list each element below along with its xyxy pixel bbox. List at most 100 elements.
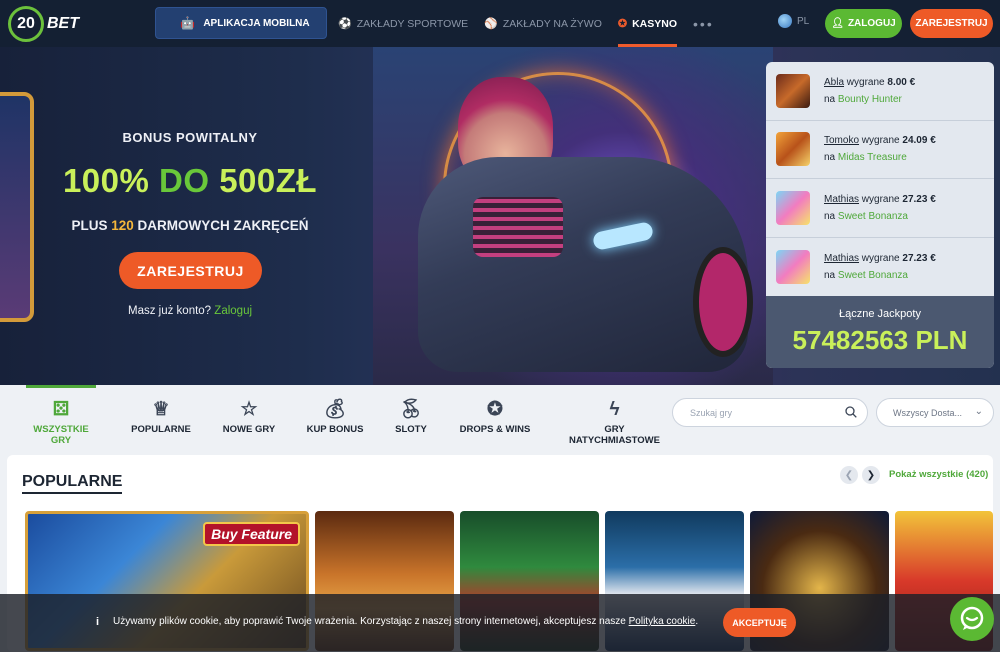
hero-free-spins: PLUS 120 DARMOWYCH ZAKRĘCEŃ (40, 218, 340, 233)
active-category-indicator (26, 385, 96, 388)
cookie-text: Używamy plików cookie, aby poprawić Twoj… (113, 616, 698, 627)
nav-casino[interactable]: ✪ KASYNO (617, 0, 678, 47)
cookie-banner: i Używamy plików cookie, aby poprawić Tw… (0, 594, 1000, 652)
hero-spins-label: DARMOWYCH ZAKRĘCEŃ (137, 218, 309, 233)
game-thumbnail (776, 132, 810, 167)
hero-headline-percent: 100% (62, 162, 150, 199)
winner-info: Tomoko wygrane 24.09 € na Midas Treasure (824, 132, 936, 166)
winner-won-text: wygrane (861, 252, 900, 264)
jackpot-label: Łączne Jackpoty (839, 308, 921, 320)
mobile-app-button[interactable]: 🤖 APLIKACJA MOBILNA (155, 7, 327, 39)
section-title: POPULARNE (22, 473, 123, 494)
winner-game-link[interactable]: Sweet Bonanza (838, 270, 908, 281)
login-label: ZALOGUJ (847, 18, 896, 29)
category-label: GRY NATYCHMIASTOWE (569, 424, 660, 446)
game-thumbnail (776, 73, 810, 108)
category-label: POPULARNE (131, 424, 191, 435)
prev-arrow-icon[interactable]: ❮ (840, 466, 858, 484)
logo-badge: 20 (8, 6, 44, 42)
live-chat-button[interactable] (950, 597, 994, 641)
winner-won-text: wygrane (861, 193, 900, 205)
category-label: KUP BONUS (306, 424, 364, 435)
search-input[interactable]: Szukaj gry (672, 398, 868, 427)
show-all-link[interactable]: Pokaż wszystkie (420) (889, 469, 988, 480)
category-popular[interactable]: ♕ POPULARNE (126, 398, 196, 435)
winner-info: Mathias wygrane 27.23 € na Sweet Bonanza (824, 250, 936, 284)
main-nav: ⚽ ZAKŁADY SPORTOWE ⚾ ZAKŁADY NA ŻYWO ✪ K… (338, 0, 714, 47)
winner-row[interactable]: Abla wygrane 8.00 € na Bounty Hunter (766, 62, 994, 121)
winner-info: Abla wygrane 8.00 € na Bounty Hunter (824, 74, 915, 108)
winner-on-text: na (824, 152, 836, 164)
drops-wins-icon: ✪ (487, 399, 503, 420)
more-menu-icon[interactable]: ••• (693, 16, 714, 32)
winner-row[interactable]: Mathias wygrane 27.23 € na Sweet Bonanza (766, 238, 994, 297)
winner-amount: 27.23 € (902, 193, 936, 205)
language-code: PL (797, 15, 810, 27)
nav-sports-label: ZAKŁADY SPORTOWE (356, 17, 469, 30)
category-label: SLOTY (395, 424, 427, 435)
winner-name[interactable]: Mathias (824, 253, 859, 264)
hero-side-card (0, 92, 34, 322)
android-icon: 🤖 (180, 16, 196, 30)
game-thumbnail (776, 190, 810, 225)
nav-live-label: ZAKŁADY NA ŻYWO (502, 17, 602, 30)
winner-name[interactable]: Mathias (824, 194, 859, 205)
category-all-games[interactable]: ⚄ WSZYSTKIE GRY (26, 398, 96, 446)
logo[interactable]: 20 BET (8, 6, 79, 42)
info-icon: i (96, 616, 100, 628)
nav-casino-label: KASYNO (632, 17, 678, 30)
register-button[interactable]: ZAREJESTRUJ (910, 9, 993, 38)
winner-game-link[interactable]: Midas Treasure (838, 152, 907, 163)
accept-cookies-button[interactable]: AKCEPTUJĘ (723, 608, 796, 637)
login-button[interactable]: 👤︎ ZALOGUJ (825, 9, 902, 38)
star-icon: ☆ (240, 399, 258, 420)
soccer-ball-icon: ⚽ (338, 18, 352, 30)
winner-row[interactable]: Mathias wygrane 27.23 € na Sweet Bonanza (766, 179, 994, 238)
nav-sports[interactable]: ⚽ ZAKŁADY SPORTOWE (338, 0, 468, 47)
category-label: NOWE GRY (222, 424, 276, 435)
crown-icon: ♕ (152, 399, 170, 420)
money-bag-icon: 💰︎ (322, 399, 348, 420)
hero-headline-amount: 500ZŁ (219, 162, 318, 199)
winner-name[interactable]: Tomoko (824, 135, 859, 146)
hero-plus-label: PLUS (71, 218, 108, 233)
casino-chip-icon: ✪ (617, 18, 628, 30)
category-drops-wins[interactable]: ✪ DROPS & WINS (455, 398, 535, 435)
globe-icon (778, 14, 792, 28)
hero-illustration (373, 47, 773, 385)
game-thumbnail (776, 249, 810, 284)
search-icon[interactable] (845, 406, 857, 418)
winner-on-text: na (824, 210, 836, 222)
category-label: DROPS & WINS (459, 424, 531, 435)
winner-won-text: wygrane (846, 76, 885, 88)
category-new-games[interactable]: ☆ NOWE GRY (214, 398, 284, 435)
jackpot-box: Łączne Jackpoty 57482563 PLN (766, 296, 994, 368)
car-wheel (693, 247, 753, 357)
hero-subtitle: BONUS POWITALNY (122, 130, 258, 145)
category-instant-games[interactable]: ϟ GRY NATYCHMIASTOWE (562, 398, 667, 446)
mobile-app-label: APLIKACJA MOBILNA (203, 17, 310, 29)
winner-won-text: wygrane (861, 135, 900, 147)
category-label: WSZYSTKIE GRY (33, 424, 89, 446)
hero-login-link[interactable]: Zaloguj (214, 305, 252, 317)
winner-name[interactable]: Abla (824, 77, 844, 88)
winner-info: Mathias wygrane 27.23 € na Sweet Bonanza (824, 191, 936, 225)
category-slots[interactable]: 🍒︎ SLOTY (376, 398, 446, 435)
next-arrow-icon[interactable]: ❯ (862, 466, 880, 484)
winner-game-link[interactable]: Sweet Bonanza (838, 211, 908, 222)
hero-register-button[interactable]: ZAREJESTRUJ (119, 252, 262, 289)
winner-amount: 8.00 € (887, 76, 916, 88)
sports-car (418, 157, 748, 372)
winner-row[interactable]: Tomoko wygrane 24.09 € na Midas Treasure (766, 121, 994, 179)
nav-live[interactable]: ⚾ ZAKŁADY NA ŻYWO (484, 0, 602, 47)
hero-spins-count: 120 (111, 218, 134, 233)
cookie-policy-link[interactable]: Polityka cookie (629, 616, 696, 627)
winner-game-link[interactable]: Bounty Hunter (838, 94, 902, 105)
provider-selected: Wszyscy Dosta... (893, 407, 963, 418)
language-selector[interactable]: PL (778, 14, 809, 28)
provider-select[interactable]: Wszyscy Dosta... ⌄ (876, 398, 994, 427)
hero-headline-to: DO (159, 162, 210, 199)
category-buy-bonus[interactable]: 💰︎ KUP BONUS (300, 398, 370, 435)
top-header: 20 BET 🤖 APLIKACJA MOBILNA ⚽ ZAKŁADY SPO… (0, 0, 1000, 47)
logo-text: BET (47, 15, 79, 32)
